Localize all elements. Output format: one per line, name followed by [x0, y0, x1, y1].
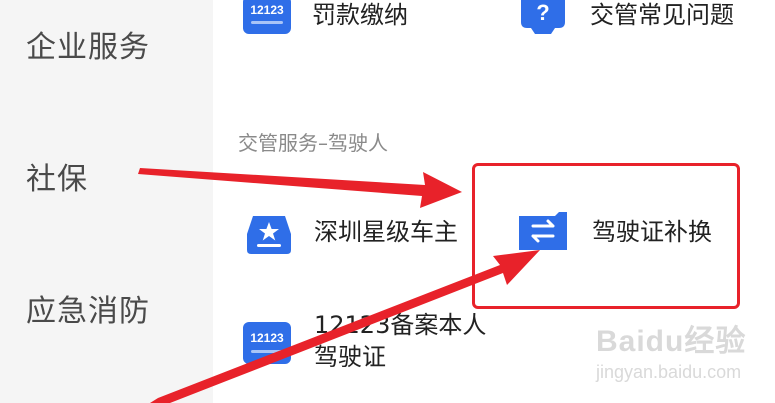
- red-arrow-lower: [150, 250, 540, 403]
- watermark-url: jingyan.baidu.com: [596, 362, 742, 382]
- watermark-main: Baidu经验: [596, 325, 747, 358]
- red-arrow-upper: [138, 168, 462, 208]
- baidu-watermark: Baidu经验 jingyan.baidu.com: [596, 316, 746, 383]
